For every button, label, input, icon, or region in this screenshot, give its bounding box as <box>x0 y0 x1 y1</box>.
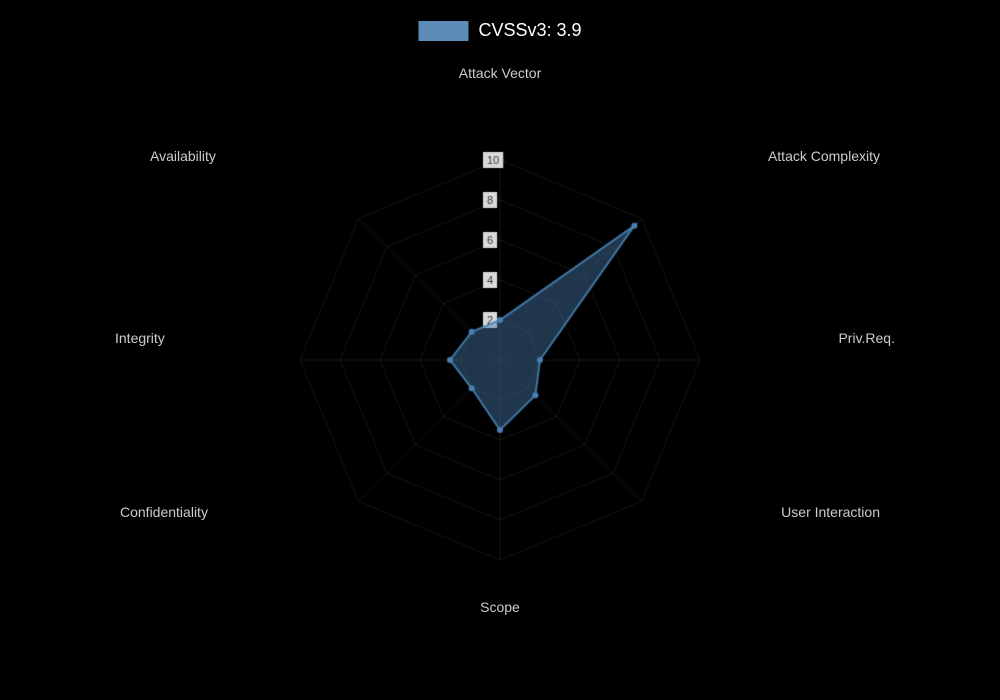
label-user-interaction: User Interaction <box>781 504 880 520</box>
chart-container: CVSSv3: 3.9 Attack Vector Attack Complex… <box>0 0 1000 700</box>
label-attack-complexity: Attack Complexity <box>768 148 880 164</box>
label-confidentiality: Confidentiality <box>120 504 208 520</box>
label-availability: Availability <box>150 148 216 164</box>
legend-label: CVSSv3: 3.9 <box>478 20 581 41</box>
legend-color-box <box>418 21 468 41</box>
label-integrity: Integrity <box>115 330 165 346</box>
label-scope: Scope <box>480 599 520 615</box>
label-attack-vector: Attack Vector <box>459 65 541 81</box>
legend: CVSSv3: 3.9 <box>418 20 581 41</box>
label-priv-req: Priv.Req. <box>838 330 895 346</box>
